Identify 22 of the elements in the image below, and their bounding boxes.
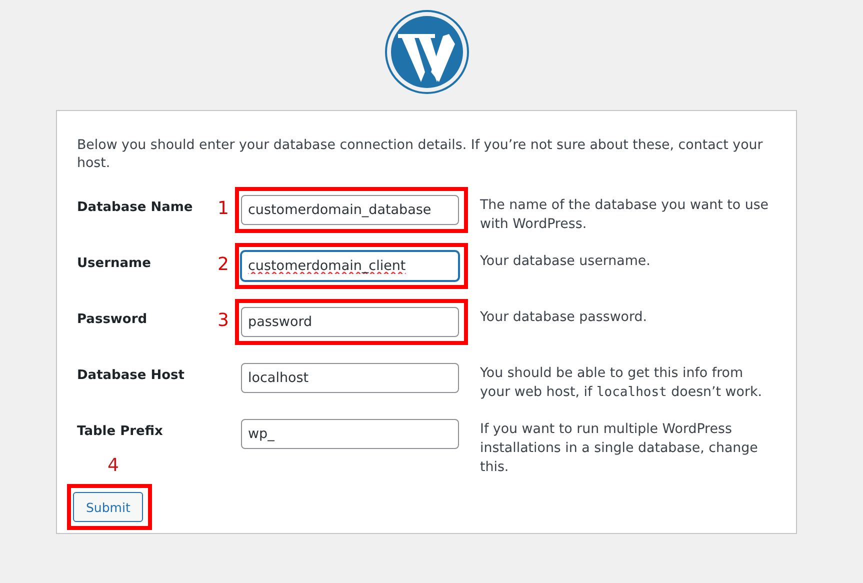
field-description: Your database username. [479, 253, 652, 271]
annotation-number: 1 [216, 197, 230, 219]
annotation-number: 2 [216, 253, 230, 275]
field-label: Table Prefix [77, 423, 164, 439]
intro-text: Below you should enter your database connection details. If you’re not sure about these, contact your host. [77, 137, 764, 173]
logo-icon [384, 10, 468, 94]
field-description: If you want to run multiple WordPress installations in a single database, change this. [479, 421, 759, 477]
annotation-number: 3 [216, 309, 230, 331]
input-field[interactable]: customerdomain_client [241, 251, 459, 281]
field-description: The name of the database you want to use with WordPress. [479, 197, 770, 234]
input-field[interactable]: password [241, 307, 459, 337]
field-label: Database Name [77, 199, 194, 215]
field-description: Your database password. [479, 309, 648, 327]
annotation-number: 4 [106, 455, 119, 476]
field-label: Database Host [77, 367, 186, 383]
field-description: You should be able to get this info from your web host, if localhost doesn’t work. [479, 365, 763, 402]
input-field[interactable]: customerdomain_database [241, 195, 459, 225]
input-field[interactable]: localhost [241, 363, 459, 393]
field-label: Password [77, 311, 148, 327]
input-field[interactable]: wp_ [241, 419, 459, 449]
field-label: Username [77, 255, 152, 271]
submit-button[interactable]: Submit [73, 492, 144, 522]
